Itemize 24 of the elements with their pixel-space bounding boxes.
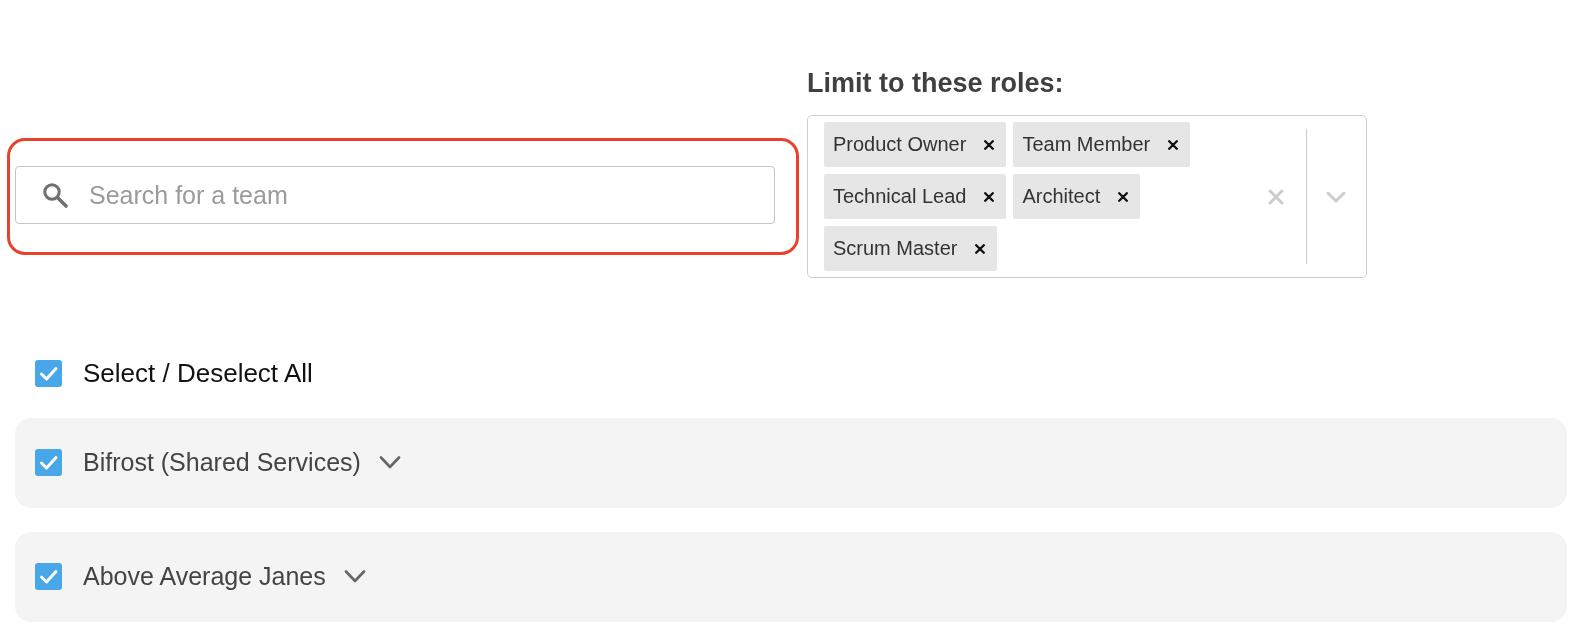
close-icon[interactable]: [1118, 191, 1129, 202]
chevron-down-icon[interactable]: [378, 455, 401, 469]
select-all-label: Select / Deselect All: [83, 357, 313, 389]
role-tag-label: Scrum Master: [833, 237, 958, 260]
team-name: Bifrost (Shared Services): [83, 447, 361, 477]
team-name: Above Average Janes: [83, 561, 326, 591]
close-icon[interactable]: [975, 243, 986, 254]
role-tag-label: Technical Lead: [833, 185, 967, 208]
team-panel[interactable]: Above Average Janes: [15, 532, 1567, 622]
close-icon[interactable]: [984, 191, 995, 202]
search-icon: [42, 182, 68, 208]
roles-select[interactable]: Product Owner Team Member Technical Lead Architect Scrum Master: [807, 115, 1367, 278]
role-tag-label: Team Member: [1022, 133, 1151, 156]
checkbox[interactable]: [35, 562, 62, 590]
close-icon[interactable]: [1168, 139, 1179, 150]
roles-label: Limit to these roles:: [807, 67, 1064, 99]
search-field[interactable]: Search for a team: [15, 166, 775, 224]
role-tag-label: Architect: [1022, 185, 1101, 208]
chevron-down-icon[interactable]: [343, 569, 366, 583]
close-icon[interactable]: [984, 139, 995, 150]
role-tag-label: Product Owner: [833, 133, 967, 156]
team-panel[interactable]: Bifrost (Shared Services): [15, 418, 1567, 508]
checkbox[interactable]: [35, 448, 62, 476]
checkbox[interactable]: [35, 359, 62, 387]
